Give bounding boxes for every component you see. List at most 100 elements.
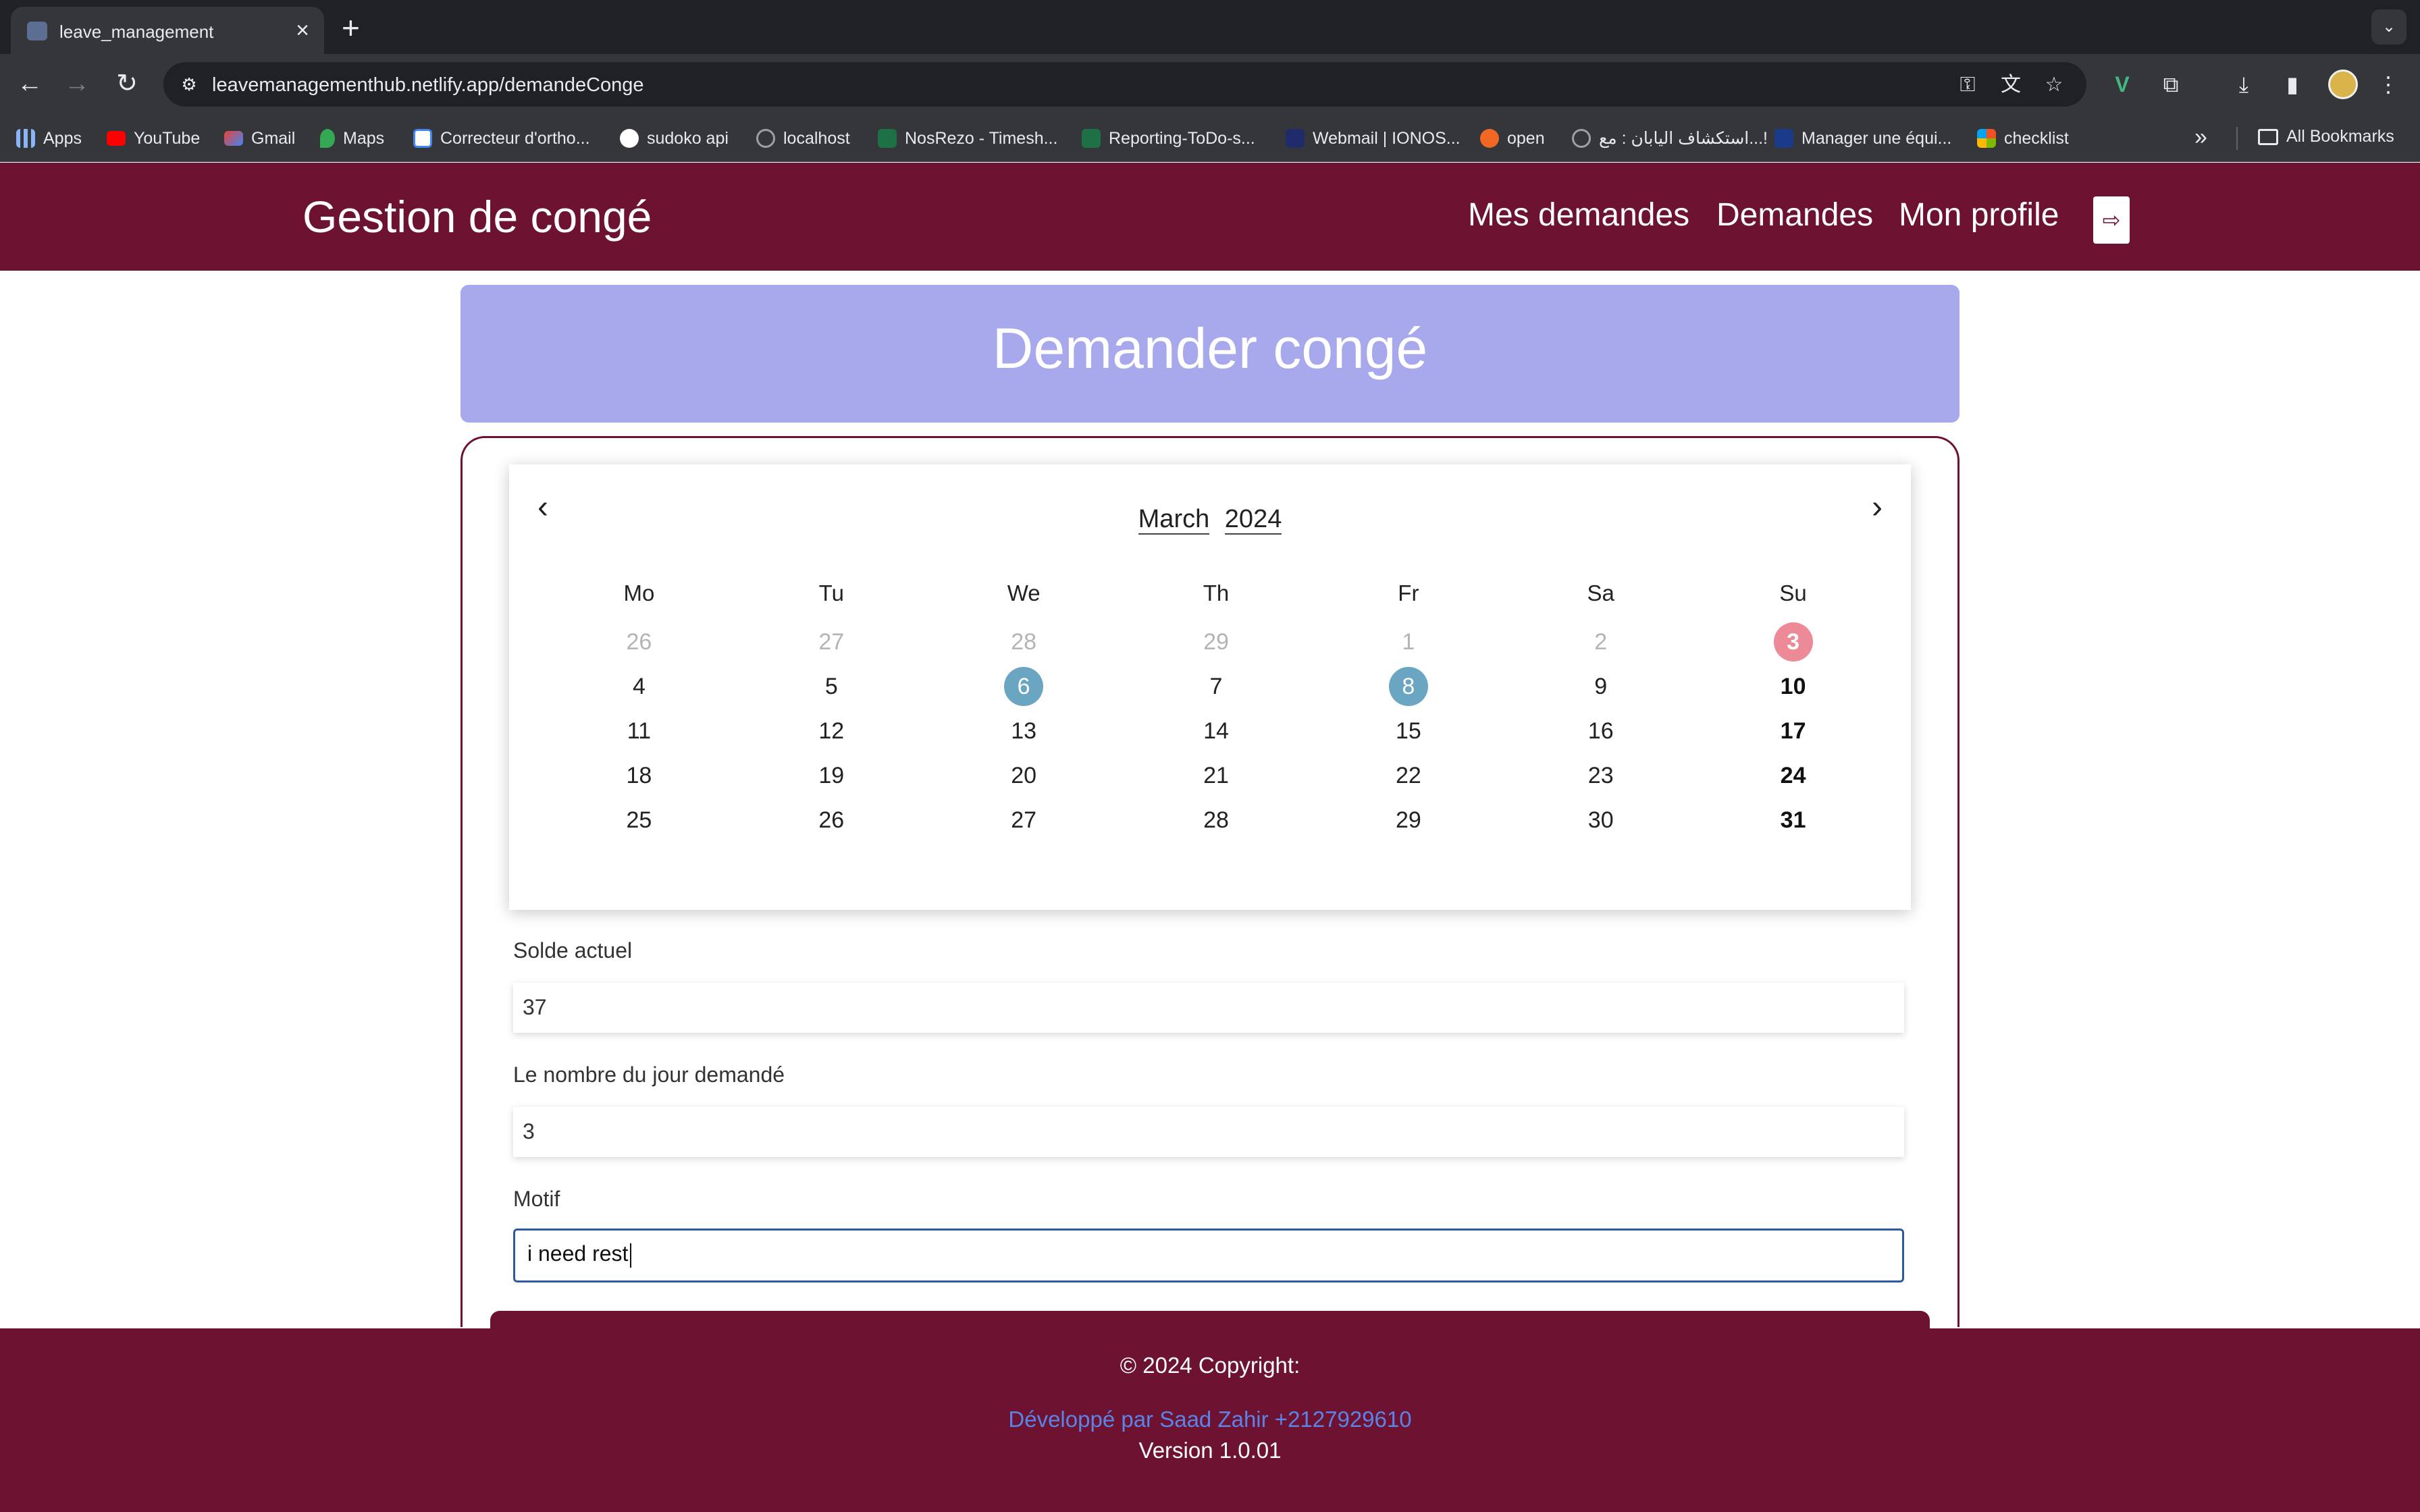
calendar-day-number: 27 [818,628,845,655]
calendar-day-today[interactable]: 3 [1697,620,1889,664]
calendar-day[interactable]: 18 [543,753,735,798]
address-bar[interactable]: ⚙ leavemanagementhub.netlify.app/demande… [163,62,2086,107]
all-bookmarks-button[interactable]: All Bookmarks [2258,127,2394,146]
calendar-day-number: 1 [1402,628,1415,655]
calendar-day[interactable]: 21 [1120,753,1313,798]
app-brand[interactable]: Gestion de congé [302,191,652,242]
bookmark-star-icon[interactable]: ☆ [2041,72,2068,99]
browser-tab[interactable]: leave_management × [11,7,324,54]
bookmark-maps[interactable]: Maps [320,127,384,150]
calendar-day[interactable]: 13 [928,709,1120,753]
calendar-day[interactable]: 24 [1697,753,1889,798]
calendar-day[interactable]: 25 [543,798,735,842]
footer-copyright: © 2024 Copyright: [1120,1353,1300,1378]
calendar-day[interactable]: 22 [1312,753,1504,798]
url-text[interactable]: leavemanagementhub.netlify.app/demandeCo… [212,74,644,97]
calendar-day[interactable]: 9 [1504,664,1697,709]
bookmark-checklist[interactable]: checklist [1977,127,2069,150]
new-tab-button[interactable]: + [342,9,360,46]
calendar-day-selected[interactable]: 6 [928,664,1120,709]
calendar-day-number: 8 [1388,667,1428,706]
menu-kebab-icon[interactable]: ⋮ [2373,69,2404,100]
translate-icon[interactable]: 文 [1997,72,2024,99]
logout-button[interactable]: ⇨ [2093,196,2130,244]
nav-mon-profile[interactable]: Mon profile [1899,196,2059,234]
side-panel-icon[interactable]: ▮ [2277,69,2308,100]
calendar-day-number: 24 [1780,762,1806,788]
calendar-day[interactable]: 29 [1120,620,1313,664]
solde-field[interactable]: 37 [513,983,1904,1033]
calendar-day[interactable]: 15 [1312,709,1504,753]
bookmark-sudoko-api[interactable]: sudoko api [620,127,729,150]
bookmark-manager[interactable]: Manager une équi... [1774,127,1951,150]
calendar-day[interactable]: 2 [1504,620,1697,664]
bookmark-webmail[interactable]: Webmail | IONOS... [1286,127,1461,150]
calendar-day[interactable]: 23 [1504,753,1697,798]
days-requested-field[interactable]: 3 [513,1107,1904,1157]
bookmark-correcteur[interactable]: Correcteur d'ortho... [413,127,590,150]
weekday-label: Fr [1398,580,1419,605]
calendar-day[interactable]: 17 [1697,709,1889,753]
footer-version: Version 1.0.01 [1138,1438,1282,1463]
site-settings-icon[interactable]: ⚙ [178,74,200,95]
bookmark-japan[interactable]: استكشاف اليابان : مع...! [1572,127,1768,150]
calendar-day[interactable]: 29 [1312,798,1504,842]
forward-icon[interactable]: → [59,66,95,101]
downloads-icon[interactable]: ⤓ [2228,69,2259,100]
calendar-week-row: 18 19 20 21 22 23 24 [543,753,1889,798]
calendar-day[interactable]: 14 [1120,709,1313,753]
password-key-icon[interactable]: ⚿ [1954,72,1981,99]
calendar-day[interactable]: 27 [928,798,1120,842]
calendar-day-number: 13 [1011,718,1037,744]
motif-text: i need rest [527,1241,629,1266]
calendar-day[interactable]: 12 [735,709,928,753]
calendar-day[interactable]: 26 [735,798,928,842]
calendar-day[interactable]: 20 [928,753,1120,798]
bookmark-nosrezo[interactable]: NosRezo - Timesh... [878,127,1057,150]
footer-developer-link[interactable]: Développé par Saad Zahir +2127929610 [0,1407,2420,1432]
nav-mes-demandes[interactable]: Mes demandes [1468,196,1689,234]
calendar-week-row: 4 5 6 7 8 9 10 [543,664,1889,709]
calendar-day[interactable]: 19 [735,753,928,798]
calendar-day[interactable]: 5 [735,664,928,709]
calendar-day-number: 19 [818,762,845,788]
bookmark-gmail[interactable]: Gmail [224,127,295,150]
calendar-day[interactable]: 26 [543,620,735,664]
calendar-day[interactable]: 30 [1504,798,1697,842]
calendar-year[interactable]: 2024 [1224,505,1282,535]
extensions-icon[interactable]: ⧉ [2155,69,2186,100]
calendar-day-selected[interactable]: 8 [1312,664,1504,709]
calendar-day[interactable]: 31 [1697,798,1889,842]
motif-textarea[interactable]: i need rest [513,1228,1904,1282]
nav-demandes[interactable]: Demandes [1716,196,1873,234]
back-icon[interactable]: ← [12,66,47,101]
calendar-day[interactable]: 10 [1697,664,1889,709]
bookmark-open[interactable]: open [1480,127,1545,150]
bookmark-reporting[interactable]: Reporting-ToDo-s... [1082,127,1255,150]
calendar-day[interactable]: 4 [543,664,735,709]
globe-icon [1572,129,1591,148]
tab-title: leave_management [59,22,214,42]
calendar-day-number: 31 [1780,807,1806,833]
bookmark-localhost[interactable]: localhost [756,127,850,150]
vue-devtools-icon[interactable]: V [2107,69,2138,100]
more-bookmarks-chevron-icon[interactable]: » [2194,124,2207,151]
close-tab-icon[interactable]: × [296,18,309,44]
calendar-day[interactable]: 11 [543,709,735,753]
weekday-header-row: Mo Tu We Th Fr Sa Su [543,567,1889,620]
calendar-day[interactable]: 1 [1312,620,1504,664]
bookmark-apps[interactable]: Apps [16,127,82,150]
calendar-day-number: 15 [1395,718,1421,744]
calendar-month[interactable]: March [1138,505,1210,535]
calendar-day[interactable]: 16 [1504,709,1697,753]
calendar-day-selected[interactable]: 7 [1120,664,1313,709]
profile-avatar[interactable] [2328,70,2358,99]
reload-icon[interactable]: ↻ [109,66,144,101]
bookmark-youtube[interactable]: YouTube [107,127,200,150]
calendar-day[interactable]: 28 [928,620,1120,664]
page-banner: Demander congé [461,285,1959,423]
calendar-day[interactable]: 28 [1120,798,1313,842]
calendar-day[interactable]: 27 [735,620,928,664]
tab-search-icon[interactable]: ⌄ [2371,9,2406,45]
calendar-day-number: 23 [1587,762,1614,788]
